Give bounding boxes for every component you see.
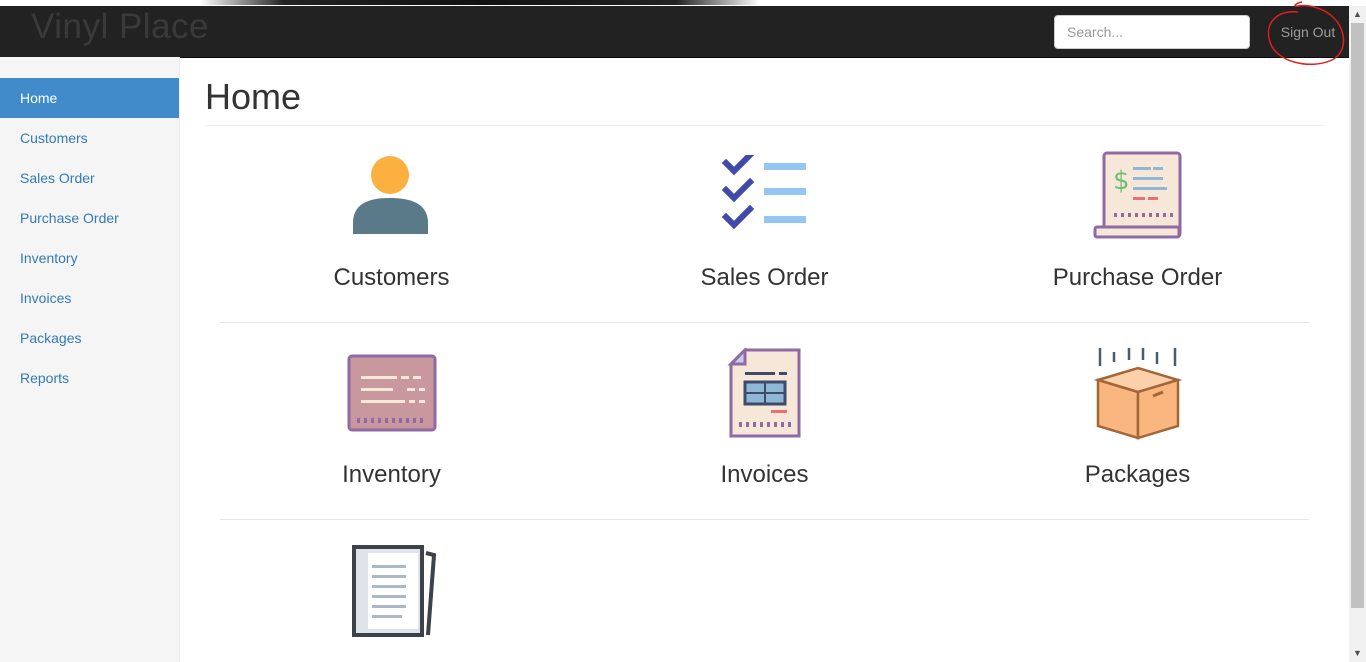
sidebar-item-reports[interactable]: Reports: [0, 358, 179, 398]
reports-icon: [205, 543, 578, 637]
invoice-icon: [578, 348, 951, 440]
sidebar-item-sales-order[interactable]: Sales Order: [0, 158, 179, 198]
sidebar-item-packages[interactable]: Packages: [0, 318, 179, 358]
tile-label: Customers: [333, 264, 450, 291]
navbar: Vinyl Place Sign Out: [0, 6, 1349, 58]
scrollbar-thumb[interactable]: [1351, 23, 1364, 608]
checklist-icon: [578, 155, 951, 247]
tile-label: Inventory: [342, 461, 441, 488]
sidebar: Home Customers Sales Order Purchase Orde…: [0, 57, 180, 662]
search-input[interactable]: [1054, 15, 1250, 49]
main-content: Home Customers Sales Order $ Purchase Or…: [205, 57, 1324, 637]
sidebar-item-home[interactable]: Home: [0, 78, 179, 118]
tile-label: Purchase Order: [1052, 264, 1223, 291]
tile-label: Invoices: [720, 461, 809, 488]
sidebar-item-customers[interactable]: Customers: [0, 118, 179, 158]
customer-icon: [205, 151, 578, 243]
inventory-card-icon: [205, 354, 578, 446]
sidebar-link-customers[interactable]: Customers: [0, 118, 179, 158]
divider: [220, 322, 1309, 323]
sidebar-item-inventory[interactable]: Inventory: [0, 238, 179, 278]
page-title: Home: [205, 57, 1324, 126]
sidebar-link-packages[interactable]: Packages: [0, 318, 179, 358]
sidebar-link-inventory[interactable]: Inventory: [0, 238, 179, 278]
vertical-scrollbar[interactable]: ▲ ▼: [1349, 6, 1366, 662]
sidebar-link-invoices[interactable]: Invoices: [0, 278, 179, 318]
tile-label: Packages: [1084, 461, 1191, 488]
tile-label: Sales Order: [700, 264, 829, 291]
sidebar-item-invoices[interactable]: Invoices: [0, 278, 179, 318]
receipt-icon: $: [951, 151, 1324, 243]
svg-text:$: $: [1113, 166, 1130, 196]
sidebar-link-sales-order[interactable]: Sales Order: [0, 158, 179, 198]
sign-out-button[interactable]: Sign Out: [1266, 17, 1350, 47]
sidebar-link-reports[interactable]: Reports: [0, 358, 179, 398]
scroll-down-arrow-icon[interactable]: ▼: [1349, 645, 1366, 662]
sidebar-link-purchase-order[interactable]: Purchase Order: [0, 198, 179, 238]
sidebar-item-purchase-order[interactable]: Purchase Order: [0, 198, 179, 238]
box-icon: [951, 344, 1324, 440]
sidebar-link-home[interactable]: Home: [0, 78, 179, 118]
scroll-up-arrow-icon[interactable]: ▲: [1349, 6, 1366, 23]
brand-logo[interactable]: Vinyl Place: [31, 7, 209, 47]
divider: [220, 519, 1309, 520]
